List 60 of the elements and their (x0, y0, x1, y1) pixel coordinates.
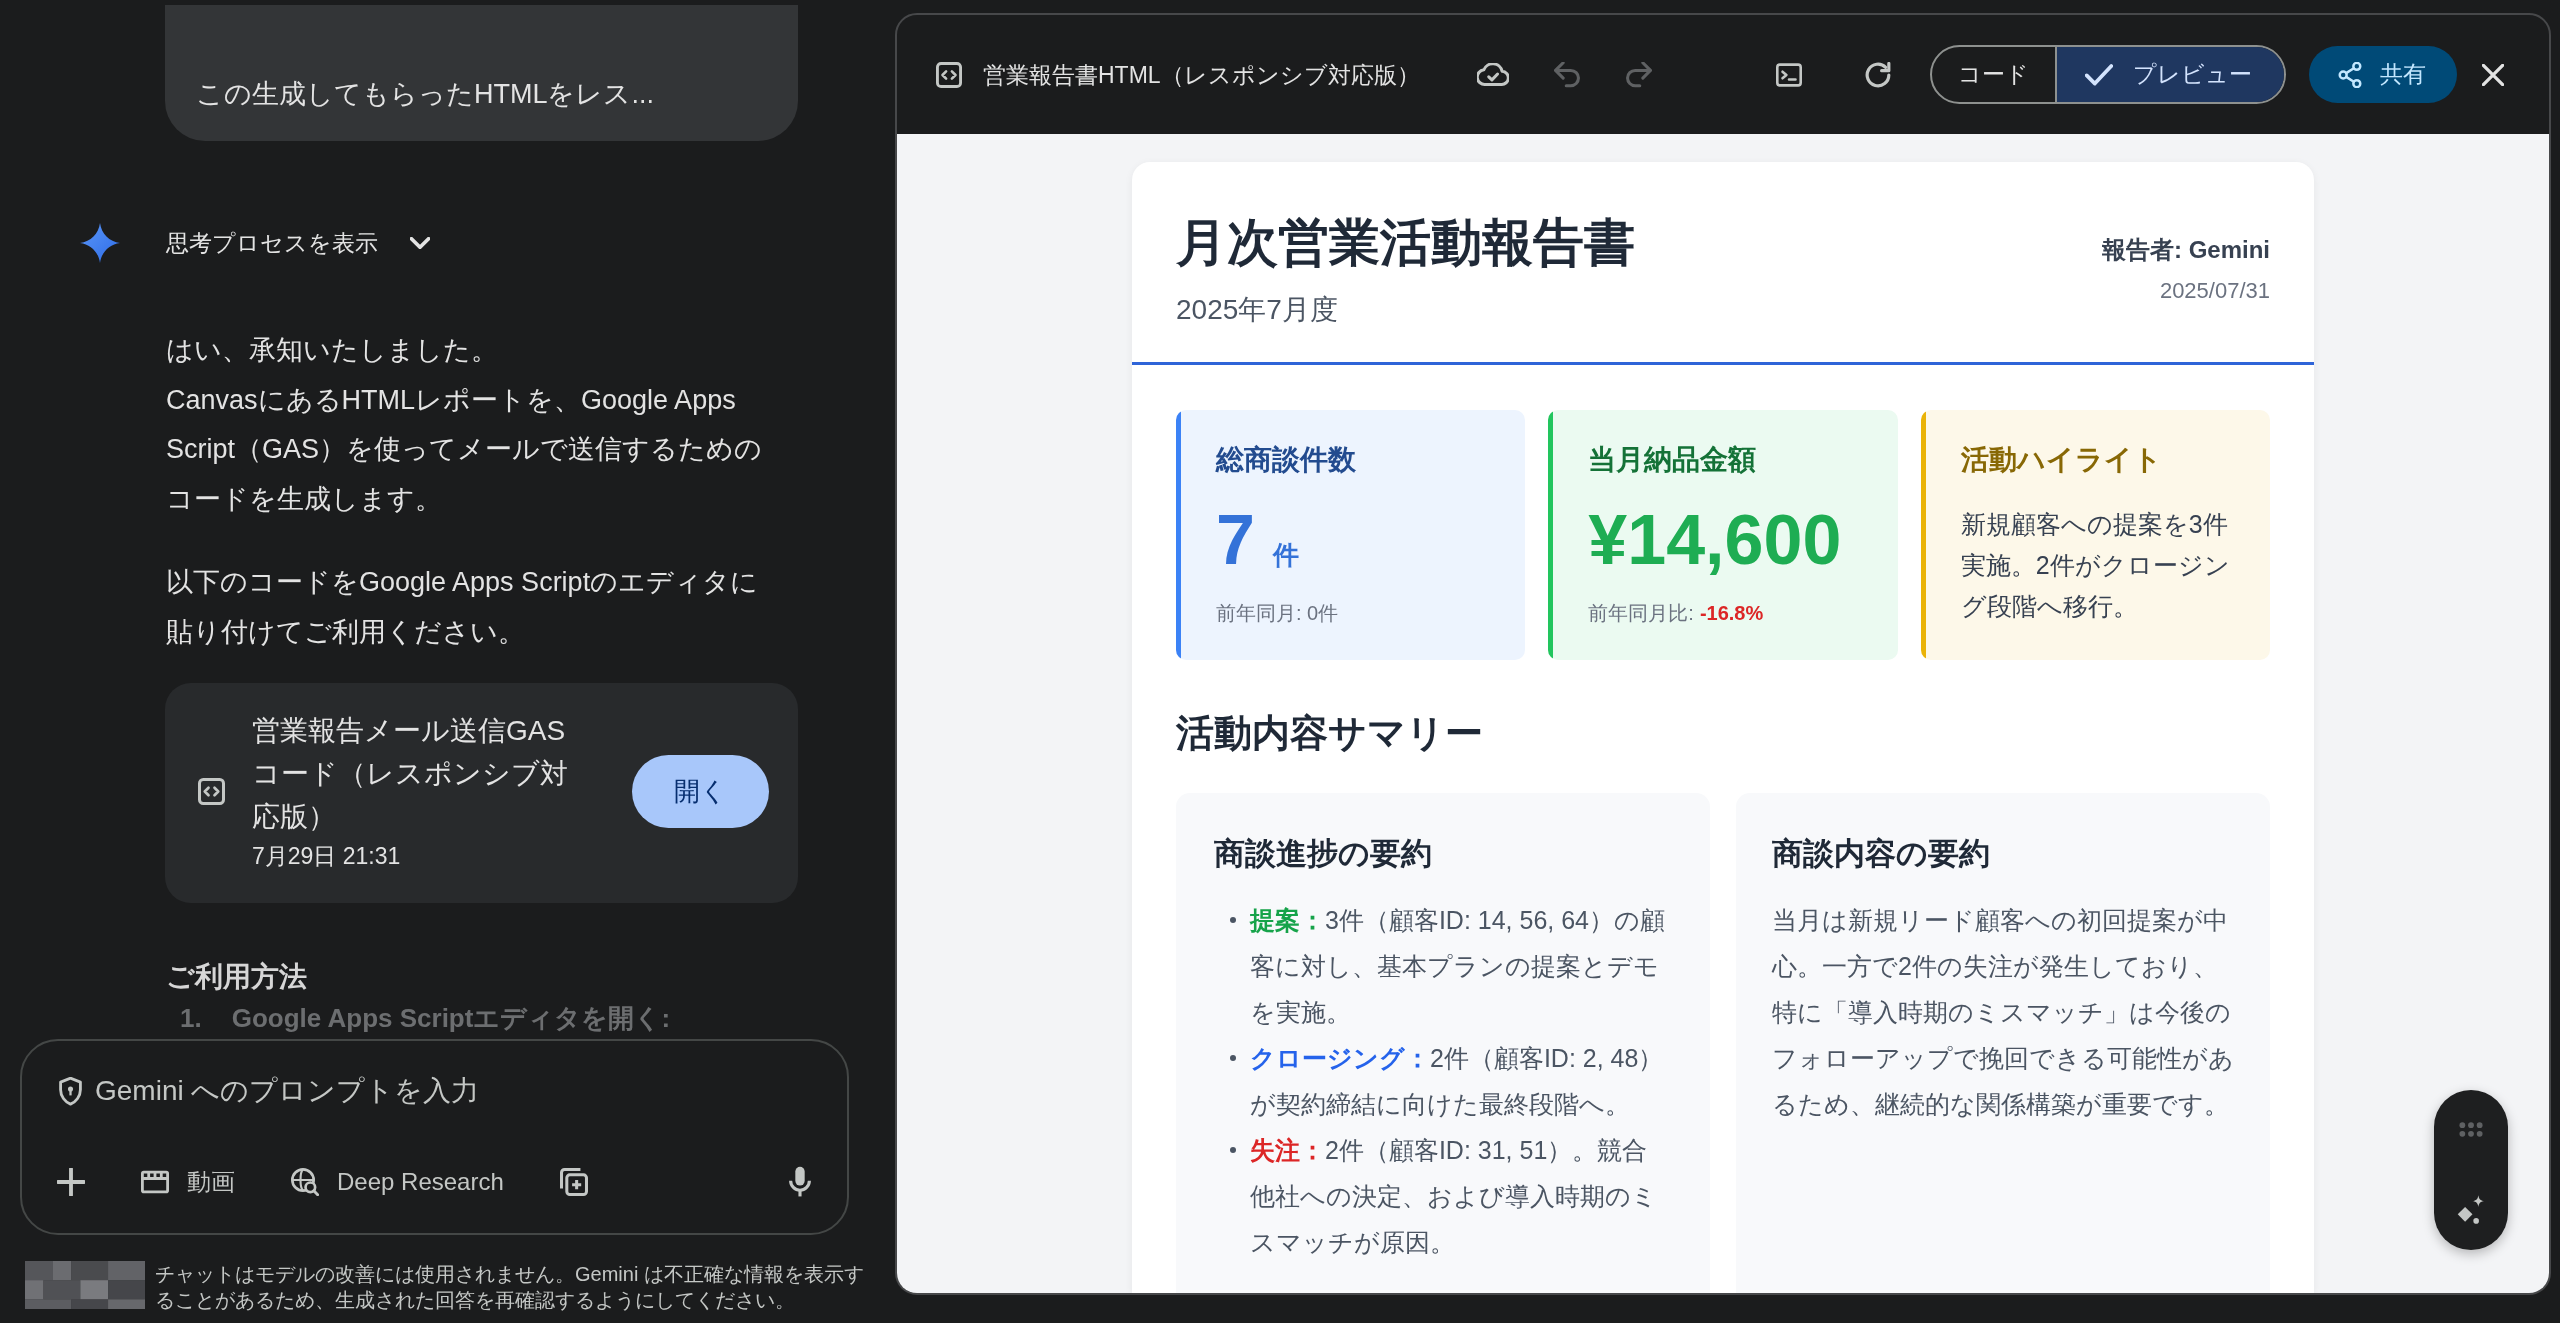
video-button[interactable]: 動画 (141, 1166, 235, 1198)
report-author: 報告者: Gemini (2102, 235, 2270, 265)
section-heading: 活動内容サマリー (1176, 711, 1484, 755)
open-button[interactable]: 開く (632, 755, 769, 828)
shield-icon (59, 1076, 82, 1106)
chevron-down-icon (410, 237, 430, 249)
step-number: 1. (180, 1002, 202, 1035)
kpi-title: 当月納品金額 (1588, 443, 1757, 477)
code-artifact-card[interactable]: 営業報告メール送信GASコード（レスポンシブ対応版） 7月29日 21:31 開く (165, 683, 798, 903)
view-tab[interactable]: コード (1932, 47, 2055, 102)
share-button[interactable]: 共有 (2309, 46, 2457, 103)
code-icon (198, 778, 225, 805)
kpi-title: 活動ハイライト (1960, 443, 2162, 477)
report-title: 月次営業活動報告書 (1176, 213, 1635, 273)
globe-search-icon (291, 1168, 319, 1196)
refresh-icon[interactable] (1865, 61, 1891, 88)
kpi-value: 7 (1216, 500, 1255, 580)
report-period: 2025年7月度 (1176, 293, 1338, 327)
response-paragraph: 以下のコードをGoogle Apps Scriptのエディタに貼り付けてご利用ください。 (166, 566, 760, 649)
user-message-text: この生成してもらったHTMLをレス... (196, 78, 655, 111)
sparkle-icon (80, 223, 120, 263)
highlight-text: 新規顧客への提案を3件実施。2件がクロージング段階へ移行。 (1960, 509, 2231, 622)
document-title: 営業報告書HTML（レスポンシブ対応版） (983, 60, 1420, 90)
plus-icon[interactable] (57, 1168, 85, 1196)
summary-title: 商談進捗の要約 (1214, 835, 1433, 873)
add-copy-icon[interactable] (559, 1168, 588, 1196)
kpi-value: ¥14,600 (1588, 500, 1842, 580)
bullet-icon (1230, 1055, 1236, 1061)
deep-research-button[interactable]: Deep Research (291, 1166, 504, 1198)
drag-handle-icon[interactable] (2459, 1122, 2483, 1137)
disclaimer-text: チャットはモデルの改善には使用されません。Gemini は不正確な情報を表示することがあるため、生成された回答を再確認するようにしてください。 (155, 1262, 865, 1313)
cloud-check-icon (1476, 63, 1509, 86)
kpi-note: 前年同月比: -16.8% (1588, 601, 1764, 626)
artifact-title: 営業報告メール送信GASコード（レスポンシブ対応版） (252, 714, 569, 834)
kpi-unit: 件 (1272, 539, 1299, 572)
bullet-text: 提案：3件（顧客ID: 14, 56, 64）の顧客に対し、基本プランの提案とデモを実施。 (1250, 905, 1666, 1028)
prompt-input[interactable]: Gemini へのプロンプトを入力 (95, 1071, 811, 1111)
diamond-sparkle-icon[interactable] (2457, 1195, 2485, 1224)
share-icon (2338, 61, 2362, 88)
microphone-icon[interactable] (789, 1166, 811, 1198)
close-icon[interactable] (2482, 63, 2504, 86)
show-thinking-toggle[interactable]: 思考プロセスを表示 (166, 228, 430, 258)
summary-title: 商談内容の要約 (1772, 835, 1991, 873)
check-icon (2085, 63, 2113, 86)
artifact-timestamp: 7月29日 21:31 (252, 842, 402, 871)
bullet-text: クロージング：2件（顧客ID: 2, 48）が契約締結に向けた最終段階へ。 (1250, 1043, 1665, 1120)
step-text: Google Apps Scriptエディタを開く: (231, 1002, 671, 1035)
summary-text: 当月は新規リード顧客への初回提案が中心。一方で2件の失注が発生しており、特に「導入時期のミスマッチ」は今後のフォローアップで挽回できる可能性があるため、継続的な関係構築が重要です。 (1772, 905, 2235, 1120)
view-tab[interactable]: プレビュー (2055, 47, 2284, 102)
bullet-icon (1230, 1147, 1236, 1153)
bullet-icon (1230, 917, 1236, 923)
film-icon (141, 1168, 169, 1196)
kpi-note: 前年同月: 0件 (1216, 601, 1339, 626)
kpi-title: 総商談件数 (1216, 443, 1356, 477)
response-paragraph: はい、承知いたしました。 CanvasにあるHTMLレポートを、Google Apps Script（GAS）を使ってメールで送信するためのコードを生成します。 (166, 334, 764, 516)
bullet-text: 失注：2件（顧客ID: 31, 51）。競合他社への決定、および導入時期のミスマッチが原因。 (1250, 1135, 1658, 1258)
code-icon (936, 61, 962, 88)
terminal-icon[interactable] (1776, 61, 1802, 88)
section-heading: ご利用方法 (166, 960, 308, 994)
report-date: 2025/07/31 (2159, 277, 2270, 305)
